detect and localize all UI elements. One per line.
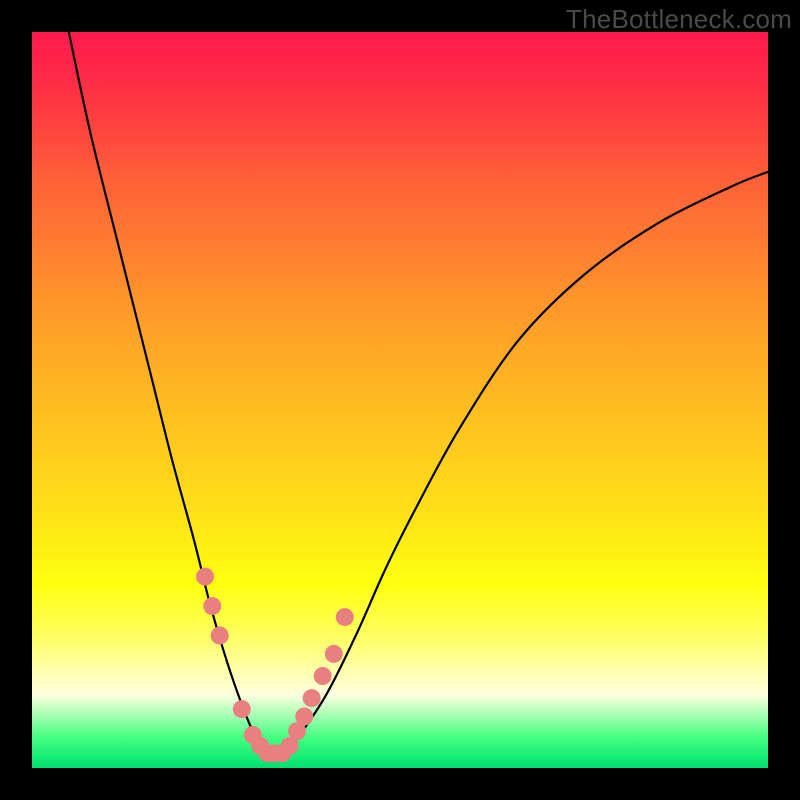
marker-dot <box>233 700 251 718</box>
bottleneck-curve <box>69 32 768 756</box>
marker-dot <box>325 645 343 663</box>
plot-area <box>32 32 768 768</box>
watermark-text: TheBottleneck.com <box>566 4 792 35</box>
marker-dot <box>211 627 229 645</box>
marker-dot <box>203 597 221 615</box>
marker-dot <box>336 608 354 626</box>
marker-dot <box>295 708 313 726</box>
chart-stage: TheBottleneck.com <box>0 0 800 800</box>
marker-dot <box>303 689 321 707</box>
marker-dot <box>314 667 332 685</box>
marker-dot <box>196 568 214 586</box>
curve-svg <box>32 32 768 768</box>
markers-group <box>196 568 354 763</box>
